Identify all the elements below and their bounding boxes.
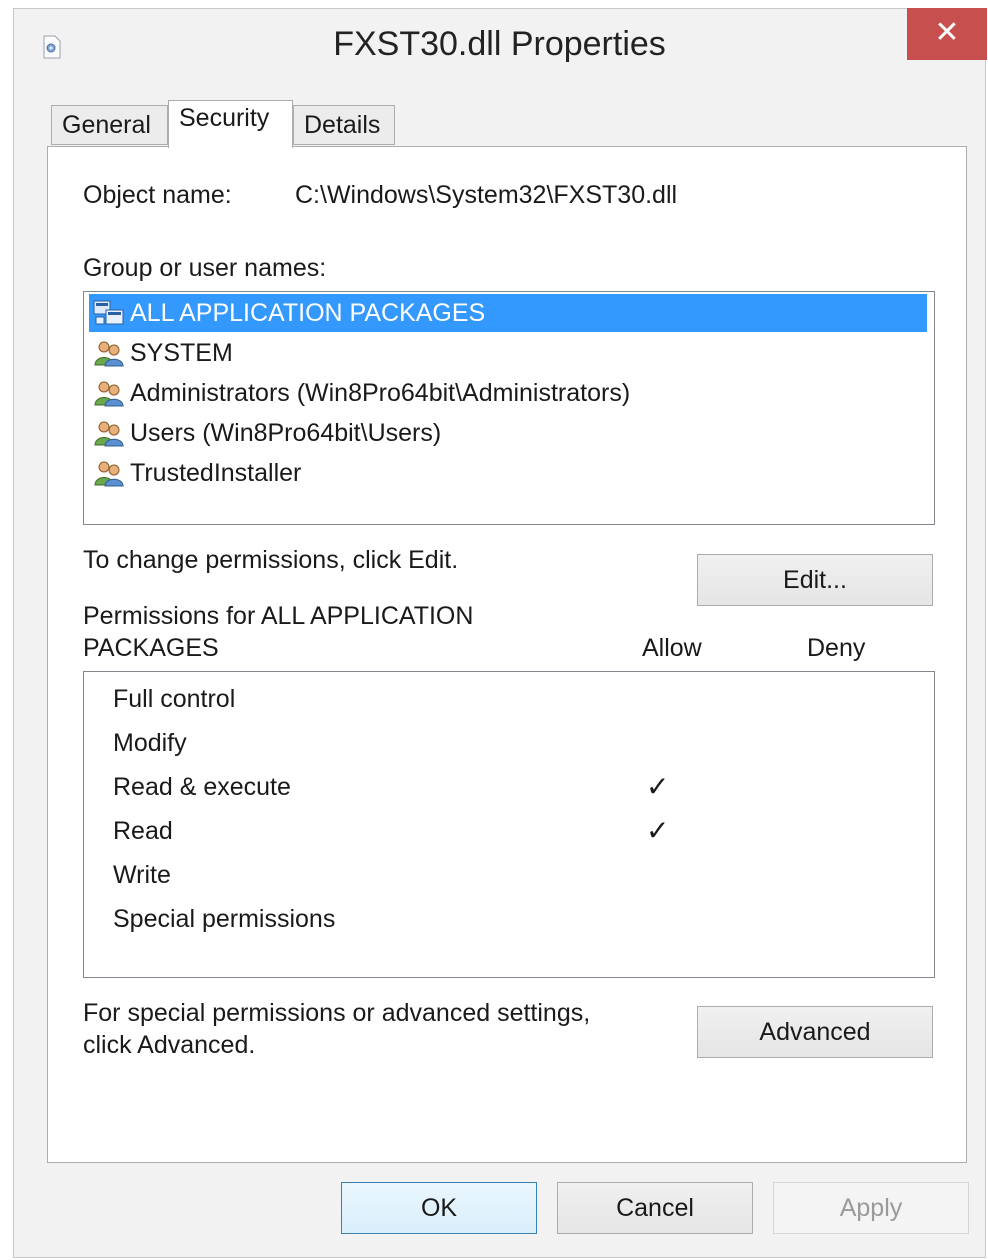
properties-dialog: FXST30.dll Properties ✕ General Security… xyxy=(13,8,987,1258)
tab-security-label: Security xyxy=(179,104,270,132)
permission-name: Special permissions xyxy=(113,905,336,933)
permission-row: Modify xyxy=(113,728,913,758)
permission-row: Read ✓ xyxy=(113,816,913,846)
allow-column-header: Allow xyxy=(642,634,702,662)
tab-details[interactable]: Details xyxy=(293,105,395,145)
allow-check: ✓ xyxy=(646,771,670,802)
permission-row: Full control xyxy=(113,684,913,714)
users-icon xyxy=(94,381,124,407)
tab-details-label: Details xyxy=(304,111,381,139)
permissions-list: Full control Modify Read & execute ✓ Rea… xyxy=(83,671,935,978)
users-icon xyxy=(94,421,124,447)
list-item-label: Users (Win8Pro64bit\Users) xyxy=(130,419,442,447)
permissions-label-line2: PACKAGES xyxy=(83,634,219,662)
cancel-button[interactable]: Cancel xyxy=(557,1182,753,1234)
allow-check: ✓ xyxy=(646,815,670,846)
list-item-label: SYSTEM xyxy=(130,339,233,367)
list-item[interactable]: ALL APPLICATION PACKAGES xyxy=(89,294,927,332)
user-list[interactable]: ALL APPLICATION PACKAGES SYSTEM Administ… xyxy=(83,291,935,525)
apply-button[interactable]: Apply xyxy=(773,1182,969,1234)
list-item-label: ALL APPLICATION PACKAGES xyxy=(130,299,486,327)
tab-general[interactable]: General xyxy=(51,105,168,145)
list-item[interactable]: SYSTEM xyxy=(89,334,927,372)
permissions-label-line1: Permissions for ALL APPLICATION xyxy=(83,602,474,630)
advanced-hint-line1: For special permissions or advanced sett… xyxy=(83,999,591,1027)
group-or-user-names-label: Group or user names: xyxy=(83,254,327,282)
list-item-label: Administrators (Win8Pro64bit\Administrat… xyxy=(130,379,631,407)
list-item[interactable]: Administrators (Win8Pro64bit\Administrat… xyxy=(89,374,927,412)
app-packages-icon xyxy=(93,300,124,325)
security-panel: Object name: C:\Windows\System32\FXST30.… xyxy=(47,146,967,1163)
close-button[interactable]: ✕ xyxy=(907,8,987,60)
ok-button[interactable]: OK xyxy=(341,1182,537,1234)
close-icon: ✕ xyxy=(934,16,960,49)
tab-general-label: General xyxy=(62,111,151,139)
permission-name: Read & execute xyxy=(113,773,291,801)
title-bar[interactable]: FXST30.dll Properties ✕ xyxy=(14,8,987,85)
permission-row: Write xyxy=(113,860,913,890)
deny-column-header: Deny xyxy=(807,634,866,662)
list-item[interactable]: Users (Win8Pro64bit\Users) xyxy=(89,414,927,452)
permission-name: Read xyxy=(113,817,173,845)
permission-row: Read & execute ✓ xyxy=(113,772,913,802)
edit-button[interactable]: Edit... xyxy=(697,554,933,606)
permission-name: Full control xyxy=(113,685,236,713)
object-name-value: C:\Windows\System32\FXST30.dll xyxy=(295,181,678,209)
object-name-label: Object name: xyxy=(83,181,232,209)
permission-name: Modify xyxy=(113,729,187,757)
advanced-hint-line2: click Advanced. xyxy=(83,1031,256,1059)
users-icon xyxy=(94,461,124,487)
tab-security[interactable]: Security xyxy=(168,100,293,148)
users-icon xyxy=(94,341,124,367)
permission-row: Special permissions xyxy=(113,904,913,934)
permission-name: Write xyxy=(113,861,171,889)
change-permissions-hint: To change permissions, click Edit. xyxy=(83,546,459,574)
list-item-label: TrustedInstaller xyxy=(130,459,302,487)
window-title: FXST30.dll Properties xyxy=(333,25,666,63)
list-item[interactable]: TrustedInstaller xyxy=(89,454,927,492)
advanced-button[interactable]: Advanced xyxy=(697,1006,933,1058)
